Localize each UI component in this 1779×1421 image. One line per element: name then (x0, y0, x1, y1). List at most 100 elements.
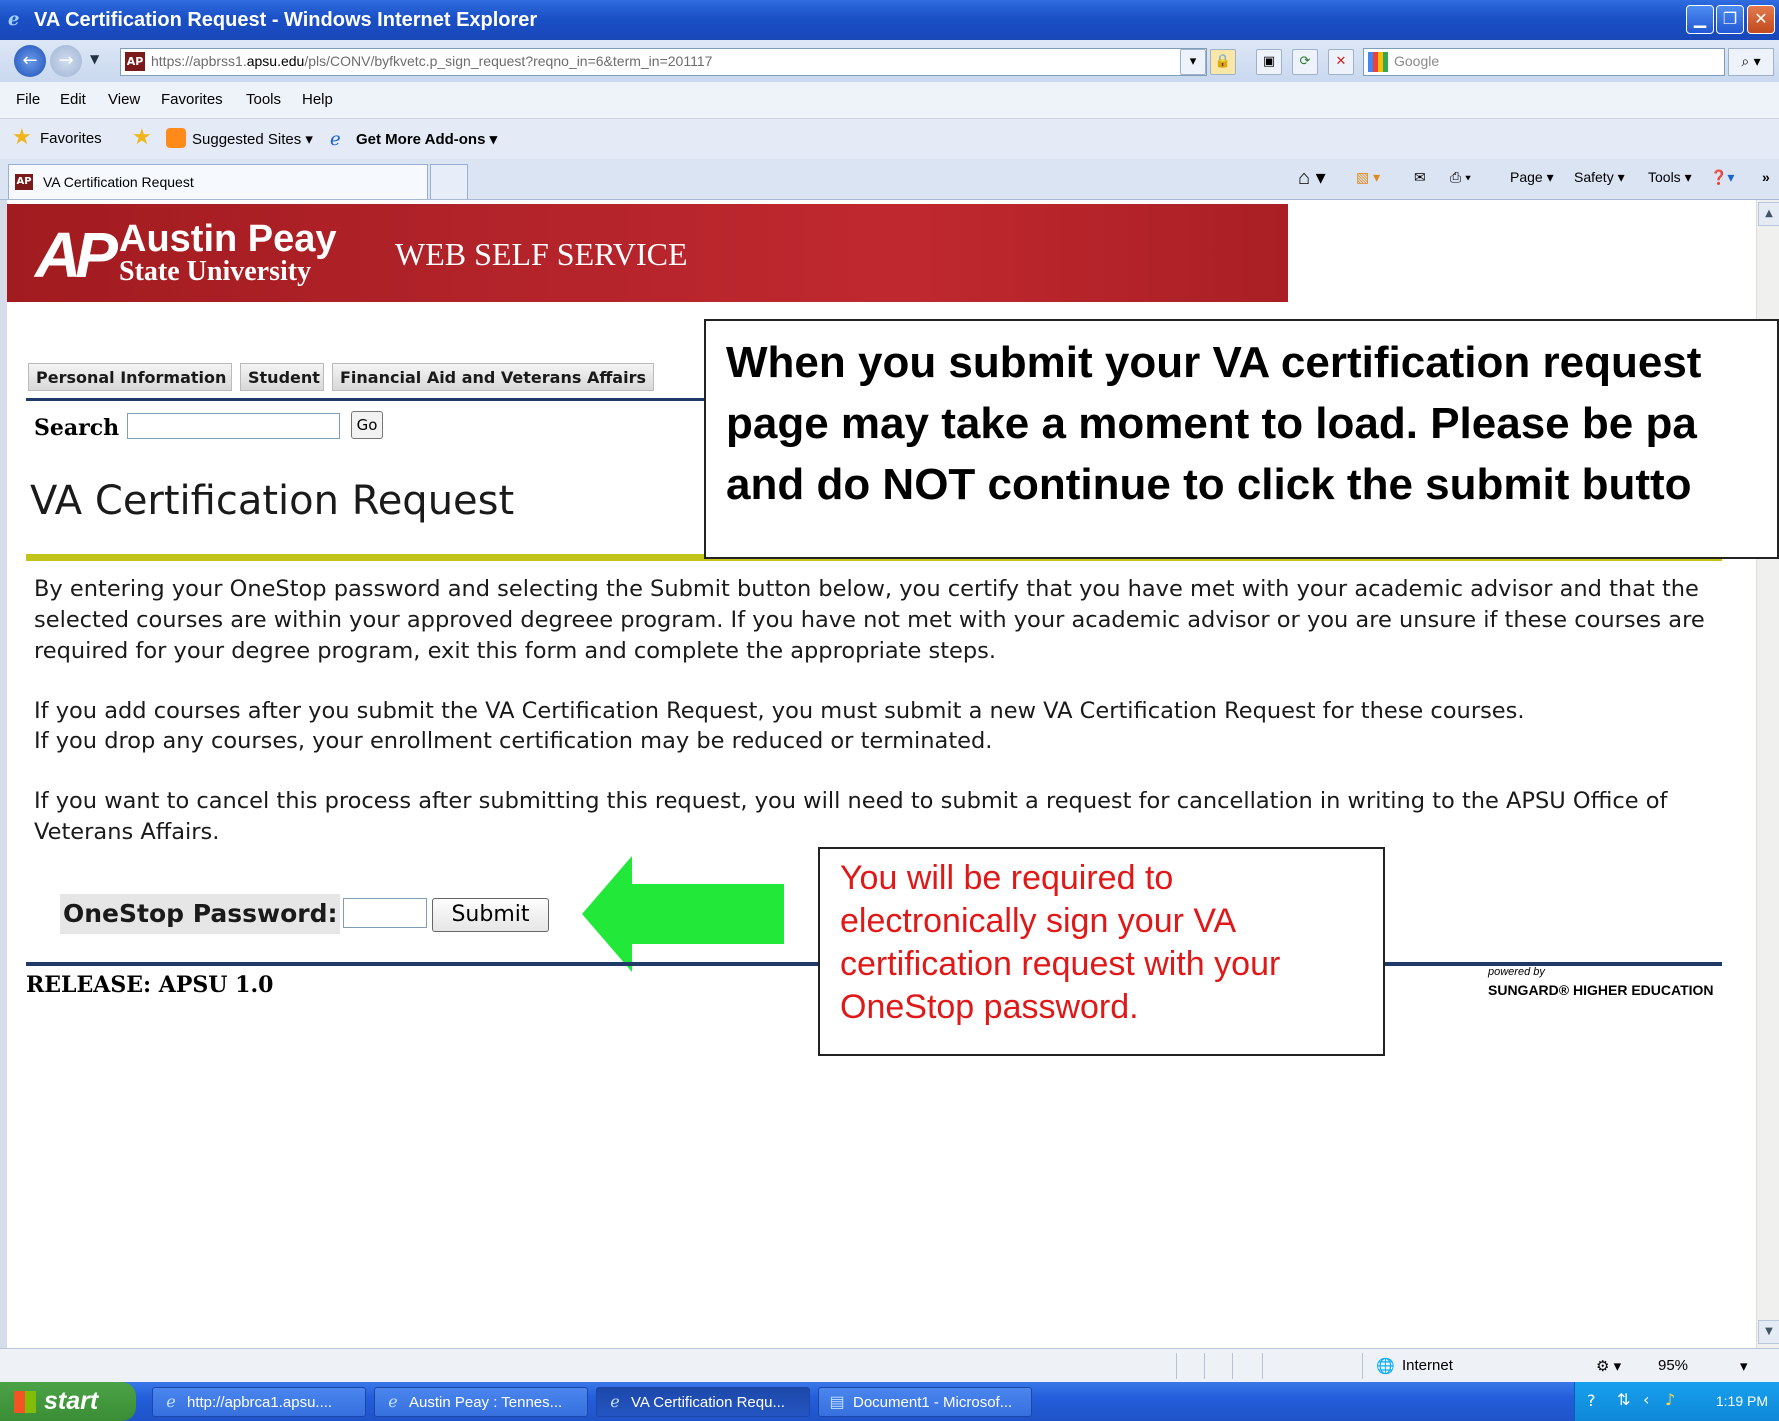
menu-file[interactable]: File (16, 91, 40, 108)
tab-bar: AP VA Certification Request ⌂ ▾ ▧ ▾ ✉ ⎙ … (0, 159, 1779, 200)
apsu-logo-mark: AP (35, 219, 118, 291)
internet-zone-icon: 🌐 (1376, 1358, 1395, 1375)
certify-paragraph: By entering your OneStop password and se… (34, 576, 1705, 664)
release-label: RELEASE: APSU 1.0 (26, 972, 274, 998)
windows-flag-icon (14, 1391, 36, 1413)
add-courses-paragraph: If you add courses after you submit the … (34, 698, 1525, 724)
favorites-star-icon[interactable]: ★ (12, 125, 32, 150)
search-input[interactable] (127, 413, 340, 439)
close-button[interactable]: ✕ (1747, 5, 1775, 34)
help-tray-icon[interactable]: ? (1587, 1391, 1596, 1410)
status-divider (1262, 1353, 1263, 1379)
status-divider (1232, 1353, 1233, 1379)
window-title: VA Certification Request - Windows Inter… (34, 9, 538, 31)
new-tab-button[interactable] (430, 164, 468, 199)
help-icon[interactable]: ❓▾ (1710, 169, 1734, 186)
suggested-sites-link[interactable]: Suggested Sites ▾ (192, 130, 313, 148)
refresh-icon[interactable]: ⟳ (1292, 49, 1318, 75)
password-label: OneStop Password: (63, 899, 338, 928)
menu-help[interactable]: Help (302, 91, 333, 108)
scroll-down-icon[interactable]: ▼ (1758, 1320, 1779, 1344)
drop-courses-paragraph: If you drop any courses, your enrollment… (34, 728, 993, 754)
tab-personal-information[interactable]: Personal Information (28, 363, 232, 391)
favorites-button[interactable]: Favorites (40, 130, 102, 147)
read-mail-icon[interactable]: ✉ (1414, 169, 1426, 186)
status-bar: 🌐 Internet ⚙ ▾ 95% ▾ (0, 1348, 1779, 1383)
apsu-favicon-icon: AP (15, 174, 33, 190)
callout-line-3: and do NOT continue to click the submit … (726, 460, 1692, 509)
taskbar-item[interactable]: ▤ Document1 - Microsof... (818, 1387, 1032, 1417)
expand-tray-icon[interactable]: ‹ (1643, 1390, 1649, 1409)
word-document-icon: ▤ (829, 1394, 845, 1411)
powered-by-label: powered by (1488, 966, 1545, 978)
password-input[interactable] (343, 898, 427, 928)
security-zone-label: Internet (1402, 1357, 1453, 1374)
address-dropdown-icon[interactable]: ▾ (1180, 49, 1206, 75)
university-name-line1: Austin Peay (119, 218, 337, 260)
sungard-logo: SUNGARD® HIGHER EDUCATION (1488, 982, 1714, 998)
red-callout-line-2: electronically sign your VA (840, 902, 1237, 940)
window-title-bar[interactable]: ℯ VA Certification Request - Windows Int… (0, 0, 1779, 40)
callout-line-1: When you submit your VA certification re… (726, 338, 1702, 387)
menu-tools[interactable]: Tools (246, 91, 281, 108)
menu-favorites[interactable]: Favorites (161, 91, 223, 108)
page-menu[interactable]: Page ▾ (1510, 169, 1554, 186)
cancel-process-paragraph: If you want to cancel this process after… (34, 788, 1668, 845)
clock: 1:19 PM (1715, 1393, 1768, 1409)
favorites-bar: ★ Favorites ★ Suggested Sites ▾ ℯ Get Mo… (0, 119, 1779, 159)
tab-underline (26, 398, 720, 401)
minimize-button[interactable]: ▁ (1686, 5, 1714, 34)
add-favorite-icon[interactable]: ★ (132, 125, 152, 150)
windows-taskbar: start ℯ http://apbrca1.apsu.... ℯ Austin P… (0, 1382, 1779, 1421)
red-callout-line-1: You will be required to (840, 859, 1174, 897)
lock-icon[interactable]: 🔒 (1210, 49, 1236, 75)
feeds-icon[interactable]: ▧ ▾ (1356, 169, 1380, 186)
tab-student[interactable]: Student (240, 363, 324, 391)
taskbar-item-active[interactable]: ℯ VA Certification Requ... (596, 1387, 810, 1417)
safety-menu[interactable]: Safety ▾ (1574, 169, 1625, 186)
taskbar-item[interactable]: ℯ http://apbrca1.apsu.... (152, 1387, 366, 1417)
browser-tab-active[interactable]: AP VA Certification Request (8, 164, 428, 199)
stop-icon[interactable]: ✕ (1328, 49, 1354, 75)
taskbar-item[interactable]: ℯ Austin Peay : Tennes... (374, 1387, 588, 1417)
callout-line-2: page may take a moment to load. Please b… (726, 399, 1697, 448)
menu-bar: File Edit View Favorites Tools Help (0, 82, 1779, 119)
tab-financial-aid-veterans-affairs[interactable]: Financial Aid and Veterans Affairs (332, 363, 654, 391)
scroll-up-icon[interactable]: ▲ (1758, 202, 1779, 226)
zoom-dropdown-icon[interactable]: ▾ (1740, 1357, 1748, 1375)
go-button[interactable]: Go (351, 411, 383, 439)
ie-logo-icon: ℯ (8, 9, 20, 30)
menu-view[interactable]: View (108, 91, 140, 108)
back-button[interactable]: ← (14, 45, 46, 77)
volume-tray-icon[interactable]: ♪ (1665, 1390, 1675, 1409)
suggested-sites-icon (166, 128, 186, 148)
home-icon[interactable]: ⌂ ▾ (1298, 165, 1326, 190)
get-addons-link[interactable]: Get More Add-ons ▾ (356, 130, 497, 148)
start-label: start (44, 1387, 99, 1415)
protected-mode-icon[interactable]: ⚙ ▾ (1596, 1357, 1621, 1375)
menu-edit[interactable]: Edit (60, 91, 86, 108)
page-title: VA Certification Request (30, 478, 515, 524)
compatibility-icon[interactable]: ▣ (1256, 49, 1282, 75)
tools-menu[interactable]: Tools ▾ (1648, 169, 1692, 186)
maximize-button[interactable]: ❐ (1716, 5, 1744, 34)
print-icon[interactable]: ⎙ ▾ (1450, 169, 1471, 186)
search-box[interactable]: Google (1363, 48, 1725, 76)
search-label: Search (34, 415, 120, 441)
search-button[interactable]: ⌕ ▾ (1728, 48, 1774, 76)
forward-button[interactable]: → (50, 45, 82, 77)
loading-notice-callout: When you submit your VA certification re… (704, 319, 1779, 559)
zoom-level[interactable]: 95% (1658, 1357, 1688, 1374)
ie-icon: ℯ (610, 1394, 620, 1411)
browser-tab-label: VA Certification Request (43, 174, 194, 190)
start-button[interactable]: start (0, 1382, 136, 1421)
submit-button[interactable]: Submit (432, 898, 549, 932)
network-tray-icon[interactable]: ⇅ (1617, 1390, 1630, 1409)
chevron-more-icon[interactable]: » (1762, 169, 1770, 185)
address-bar[interactable]: AP https://apbrss1.apsu.edu/pls/CONV/byf… (120, 48, 1207, 76)
history-dropdown-icon[interactable]: ▼ (90, 52, 99, 66)
google-icon (1368, 52, 1388, 72)
ie-icon: ℯ (166, 1394, 176, 1411)
address-toolbar: ← → ▼ AP https://apbrss1.apsu.edu/pls/CO… (0, 40, 1779, 82)
apsu-banner: AP Austin Peay State University WEB SELF… (7, 204, 1288, 302)
